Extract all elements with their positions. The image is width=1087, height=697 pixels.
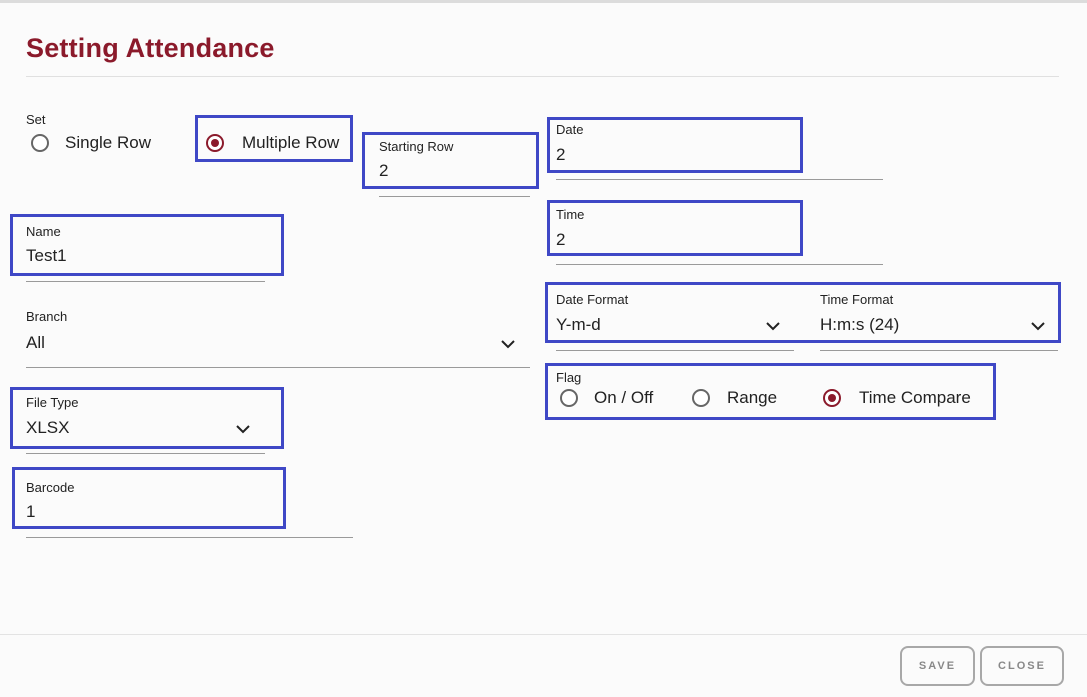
multiple-row-radio[interactable] bbox=[206, 134, 224, 152]
barcode-input[interactable]: 1 bbox=[26, 502, 35, 522]
date-format-select[interactable]: Y-m-d bbox=[556, 315, 601, 335]
flag-label: Flag bbox=[556, 370, 581, 385]
flag-on-off-radio[interactable] bbox=[560, 389, 578, 407]
starting-row-input[interactable]: 2 bbox=[379, 161, 388, 181]
starting-row-label: Starting Row bbox=[379, 139, 453, 154]
time-format-select[interactable]: H:m:s (24) bbox=[820, 315, 899, 335]
file-type-chevron-down-icon[interactable] bbox=[235, 424, 251, 434]
barcode-label: Barcode bbox=[26, 480, 74, 495]
branch-select[interactable]: All bbox=[26, 333, 45, 353]
time-format-underline bbox=[820, 350, 1058, 351]
date-highlight bbox=[547, 117, 803, 173]
flag-time-compare-radio[interactable] bbox=[823, 389, 841, 407]
branch-chevron-down-icon[interactable] bbox=[500, 339, 516, 349]
date-underline bbox=[556, 179, 883, 180]
close-button[interactable]: CLOSE bbox=[980, 646, 1064, 686]
flag-time-compare-label[interactable]: Time Compare bbox=[859, 388, 971, 408]
barcode-underline bbox=[26, 537, 353, 538]
flag-range-radio[interactable] bbox=[692, 389, 710, 407]
branch-underline bbox=[26, 367, 530, 368]
time-input[interactable]: 2 bbox=[556, 230, 565, 250]
set-label: Set bbox=[26, 112, 46, 127]
name-label: Name bbox=[26, 224, 61, 239]
name-underline bbox=[26, 281, 265, 282]
footer-divider bbox=[0, 634, 1087, 635]
file-type-select[interactable]: XLSX bbox=[26, 418, 69, 438]
time-underline bbox=[556, 264, 883, 265]
branch-label: Branch bbox=[26, 309, 67, 324]
date-format-underline bbox=[556, 350, 794, 351]
title-divider bbox=[26, 76, 1059, 77]
file-type-label: File Type bbox=[26, 395, 79, 410]
date-label: Date bbox=[556, 122, 583, 137]
barcode-highlight bbox=[12, 467, 286, 529]
date-format-label: Date Format bbox=[556, 292, 628, 307]
date-input[interactable]: 2 bbox=[556, 145, 565, 165]
multiple-row-label[interactable]: Multiple Row bbox=[242, 133, 339, 153]
single-row-radio[interactable] bbox=[31, 134, 49, 152]
starting-row-underline bbox=[379, 196, 530, 197]
dialog-title: Setting Attendance bbox=[26, 33, 275, 64]
time-highlight bbox=[547, 200, 803, 256]
save-button[interactable]: SAVE bbox=[900, 646, 975, 686]
flag-range-label[interactable]: Range bbox=[727, 388, 777, 408]
time-label: Time bbox=[556, 207, 584, 222]
setting-attendance-dialog: Setting Attendance Set Single Row Multip… bbox=[0, 3, 1087, 697]
time-format-label: Time Format bbox=[820, 292, 893, 307]
file-type-underline bbox=[26, 453, 265, 454]
single-row-label[interactable]: Single Row bbox=[65, 133, 151, 153]
flag-on-off-label[interactable]: On / Off bbox=[594, 388, 653, 408]
date-format-chevron-down-icon[interactable] bbox=[765, 321, 781, 331]
name-input[interactable]: Test1 bbox=[26, 246, 67, 266]
time-format-chevron-down-icon[interactable] bbox=[1030, 321, 1046, 331]
